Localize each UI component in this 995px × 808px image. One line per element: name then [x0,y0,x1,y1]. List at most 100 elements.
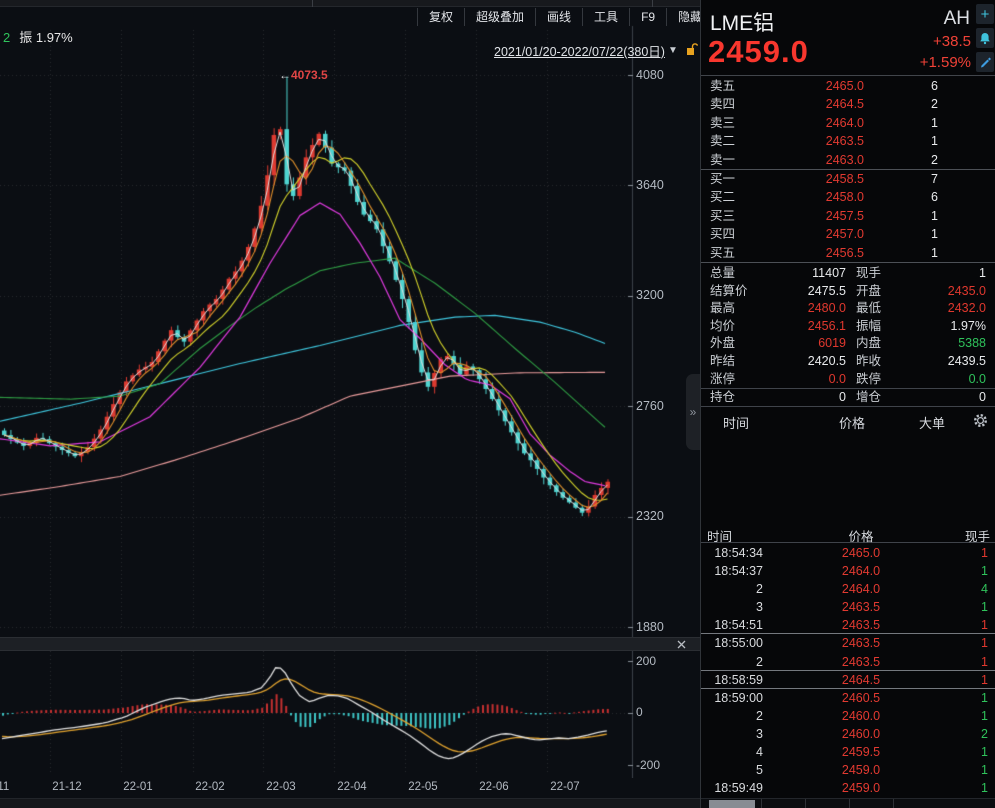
gear-icon[interactable] [973,413,988,431]
ask-qty: 6 [888,77,938,95]
ask-level-label: 卖三 [710,114,735,132]
price-axis-label: 3640 [636,178,664,192]
trade-row[interactable]: 22464.04 [701,580,995,598]
scrollbar-thumb[interactable] [709,800,755,808]
unlock-icon[interactable] [685,42,698,59]
trade-time: 18:58:59 [705,671,763,689]
panel-collapse-handle[interactable]: » [686,374,700,450]
alert-bell-icon[interactable] [976,28,994,48]
trade-row[interactable]: 18:59:002460.51 [701,689,995,707]
chart-splitter-bar[interactable] [0,637,700,651]
partial-value: 2 [3,30,10,45]
main-chart-canvas[interactable] [0,0,700,638]
trade-qty: 1 [948,743,988,761]
trade-row[interactable]: 18:59:492459.01 [701,779,995,797]
tab-big-order[interactable]: 大单 [919,413,945,432]
stat-row: 外盘6019内盘5388 [701,335,995,353]
tab-price[interactable]: 价格 [839,413,865,432]
stat-label: 现手 [856,265,881,283]
stat-label: 总量 [710,265,735,283]
chart-bottom-strip [0,798,700,808]
tab-time[interactable]: 时间 [723,413,749,432]
trade-header-time: 时间 [707,526,732,545]
close-icon[interactable] [673,639,690,650]
ask-row[interactable]: 卖五2465.06 [701,77,995,95]
trade-row[interactable]: 52459.01 [701,761,995,779]
peak-value: 4073.5 [291,68,328,82]
toolbar-button-overlay[interactable]: 超级叠加 [465,8,536,26]
scrollbar-divider [805,799,806,808]
stat-label: 外盘 [710,335,735,353]
panel-scrollbar[interactable] [701,798,995,808]
trade-list: 18:54:342465.01 18:54:372464.01 22464.04… [701,544,995,797]
bid-level-label: 买三 [710,207,735,225]
trade-time: 18:54:51 [705,616,763,634]
strip-divider [652,0,653,7]
trade-row[interactable]: 18:55:002463.51 [701,634,995,652]
trade-time: 2 [705,580,763,598]
trade-price: 2463.5 [819,634,903,652]
ask-row[interactable]: 卖一2463.02 [701,151,995,169]
month-label: 22-04 [337,781,366,793]
trade-qty: 1 [948,761,988,779]
bid-price: 2456.5 [794,244,864,262]
date-range-text[interactable]: 2021/01/20-2022/07/22(380日) [494,41,665,60]
trade-row[interactable]: 22460.01 [701,707,995,725]
add-icon[interactable]: + [976,4,994,24]
stat-value: 1 [906,265,986,283]
chevron-down-icon[interactable]: ▼ [668,45,678,56]
last-price: 2459.0 [708,34,809,70]
trade-time: 18:59:00 [705,689,763,707]
trade-row[interactable]: 18:54:512463.51 [701,616,995,634]
trade-row[interactable]: 32463.51 [701,598,995,616]
trade-qty: 1 [948,544,988,562]
bid-row[interactable]: 买四2457.01 [701,225,995,243]
date-range-selector[interactable]: 2021/01/20-2022/07/22(380日) ▼ [494,41,698,60]
trade-row[interactable]: 32460.02 [701,725,995,743]
ask-price: 2464.5 [794,95,864,113]
ask-row[interactable]: 卖三2464.01 [701,114,995,132]
ask-level-label: 卖二 [710,132,735,150]
trade-row[interactable]: 42459.51 [701,743,995,761]
ask-price: 2463.0 [794,151,864,169]
toolbar-button-f9[interactable]: F9 [630,8,667,26]
stat-label: 结算价 [710,283,748,301]
stat-value: 1.97% [906,318,986,336]
ask-row[interactable]: 卖二2463.51 [701,132,995,150]
stat-value: 6019 [756,335,846,353]
trade-time: 3 [705,598,763,616]
toolbar-button-hide[interactable]: 隐藏▶ [667,8,700,26]
edit-pencil-icon[interactable] [976,52,994,72]
bid-row[interactable]: 买一2458.57 [701,170,995,188]
trade-time: 18:54:37 [705,562,763,580]
bid-row[interactable]: 买五2456.51 [701,244,995,262]
stat-label: 开盘 [856,283,881,301]
stat-row: 最高2480.0最低2432.0 [701,300,995,318]
stat-value: 0 [756,389,846,407]
scrollbar-divider [849,799,850,808]
stat-row: 持仓0增仓0 [701,388,995,406]
macd-chart-canvas[interactable] [0,651,700,778]
toolbar-button-drawline[interactable]: 画线 [536,8,583,26]
bid-row[interactable]: 买三2457.51 [701,207,995,225]
stat-value: 0 [906,389,986,407]
ask-qty: 2 [888,95,938,113]
toolbar-button-fuquan[interactable]: 复权 [418,8,465,26]
trade-row[interactable]: 18:58:592464.51 [701,671,995,689]
trade-price: 2463.5 [819,653,903,671]
bid-row[interactable]: 买二2458.06 [701,188,995,206]
month-label: 21-12 [52,781,81,793]
plus-glyph: + [981,6,990,23]
ask-row[interactable]: 卖四2464.52 [701,95,995,113]
trade-row[interactable]: 18:54:372464.01 [701,562,995,580]
trade-row[interactable]: 18:54:342465.01 [701,544,995,562]
month-label: 21-11 [0,781,9,793]
trade-time: 18:55:00 [705,634,763,652]
price-axis-label: 3200 [636,288,664,302]
month-label: 22-05 [408,781,437,793]
stat-value: 11407 [756,265,846,283]
macd-axis-label: 0 [636,705,643,719]
trade-row[interactable]: 22463.51 [701,653,995,671]
trade-qty: 1 [948,707,988,725]
toolbar-button-tools[interactable]: 工具 [583,8,630,26]
